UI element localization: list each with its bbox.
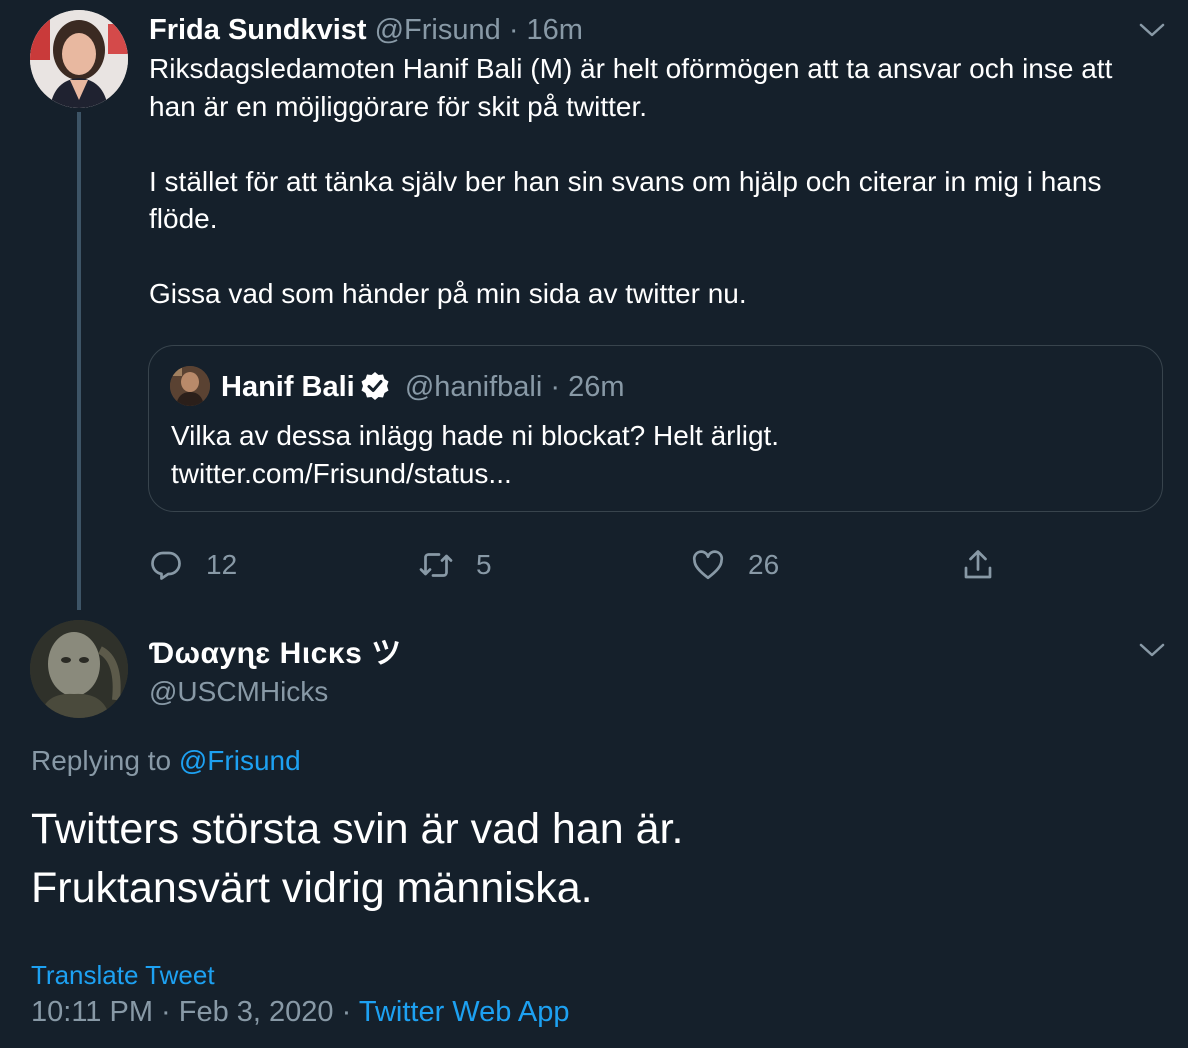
meta-separator: · [341,996,352,1028]
verified-badge-icon [359,370,391,402]
tweet-text: Riksdagsledamoten Hanif Bali (M) är helt… [149,53,1113,309]
reply-icon [151,551,181,580]
replying-prefix: Replying to [31,745,172,776]
heart-icon [692,550,724,580]
chevron-down-icon[interactable] [1138,20,1166,40]
chevron-down-icon[interactable] [1138,640,1166,660]
retweet-count: 5 [476,549,492,580]
thread-connector-line [77,112,81,610]
avatar-hanif-bali [170,366,210,406]
retweet-icon [419,553,453,577]
replying-to: Replying to @Frisund [31,742,301,780]
author-name[interactable]: Ɗωαуɳɛ Ηιcκs ツ [149,634,402,674]
quoted-author-name: Hanif Bali [221,371,355,403]
avatar-frida-sundkvist[interactable] [30,10,128,108]
reply-button[interactable]: 12 [148,543,237,587]
tweet-time[interactable]: 16m [527,14,583,46]
quoted-author-handle: @hanifbali [404,371,543,403]
author-handle[interactable]: @Frisund [375,14,501,46]
tweet-source[interactable]: Twitter Web App [359,996,570,1028]
translate-tweet-link[interactable]: Translate Tweet [31,958,215,992]
avatar-dwayne-hicks[interactable] [30,620,128,718]
quoted-separator: · [550,371,561,403]
quoted-tweet-header: Hanif Bali @hanifbali · 26m [221,368,625,406]
replying-to-link[interactable]: @Frisund [179,745,301,776]
author-name[interactable]: Frida Sundkvist [149,14,367,46]
quoted-time: 26m [568,371,625,403]
retweet-button[interactable]: 5 [418,543,492,587]
share-icon [964,550,992,579]
tweet-meta: 10:11 PM · Feb 3, 2020 · Twitter Web App [31,992,569,1032]
author-handle[interactable]: @USCMHicks [149,673,328,711]
quoted-tweet-text: Vilka av dessa inlägg hade ni blockat? H… [171,420,780,489]
header-separator: · [508,14,519,46]
tweet-header: Frida Sundkvist @Frisund · 16m [149,12,583,48]
reply-count: 12 [206,549,238,580]
tweet-timestamp[interactable]: 10:11 PM · Feb 3, 2020 [31,996,334,1028]
tweet-text: Twitters största svin är vad han är. Fru… [31,805,684,912]
like-button[interactable]: 26 [690,543,779,587]
share-button[interactable] [960,543,1018,587]
like-count: 26 [748,549,780,580]
